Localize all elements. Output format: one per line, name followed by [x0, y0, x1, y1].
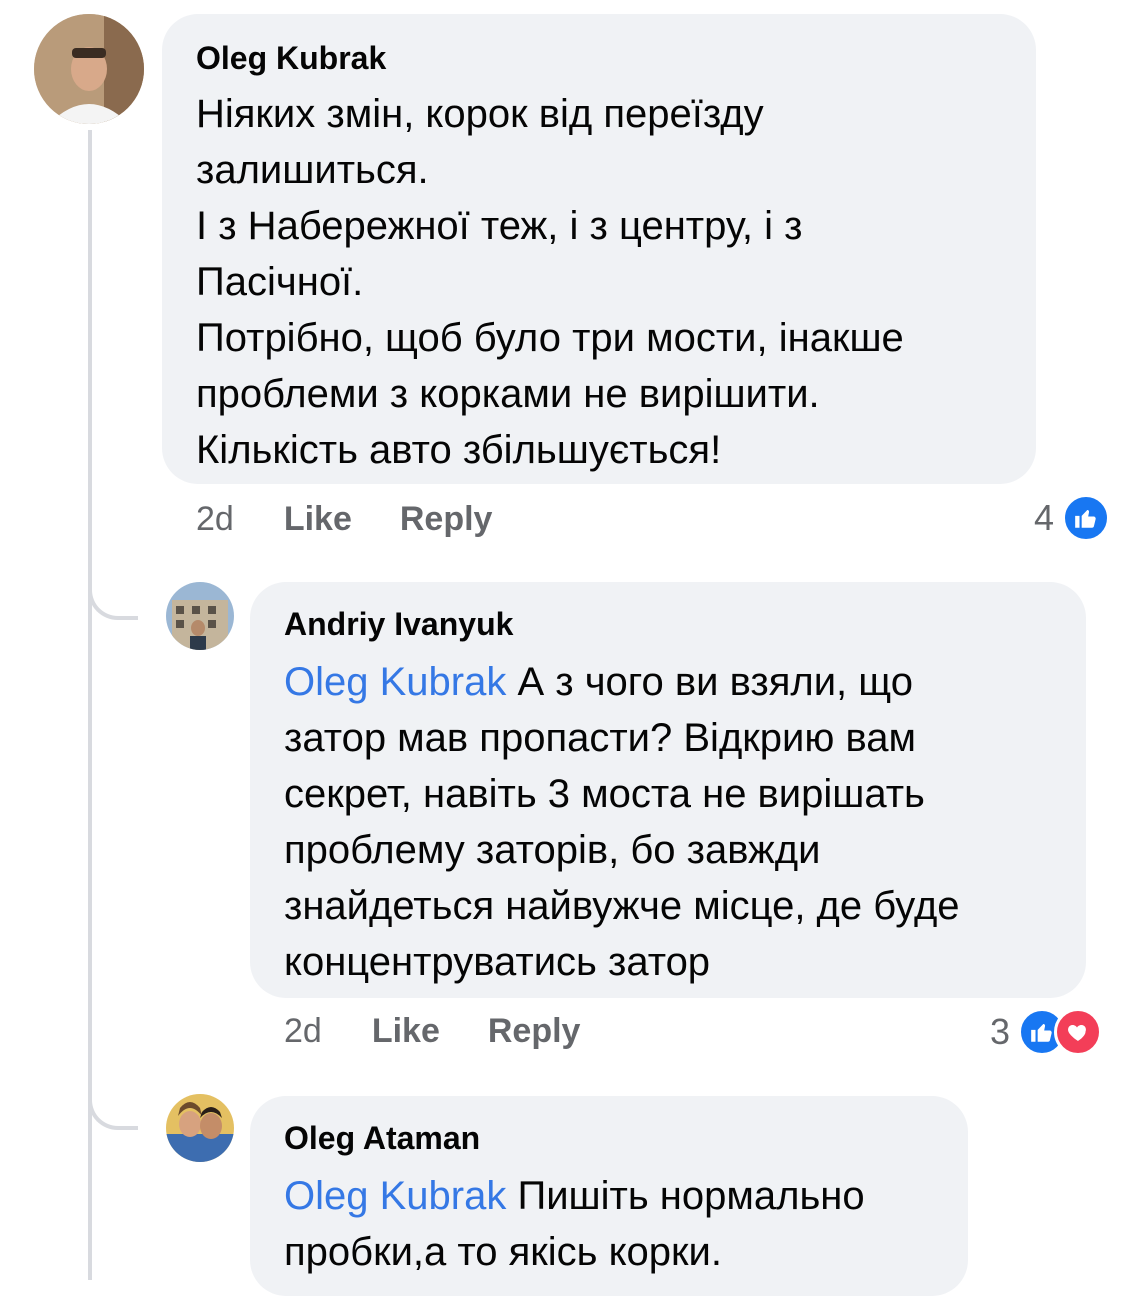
comment-line: секрет, навіть 3 моста не вирішать [284, 772, 925, 816]
reaction-count: 3 [990, 1011, 1011, 1052]
comment-line: Ніяких змін, корок від переїзду [196, 92, 764, 136]
comment-bubble: Oleg Kubrak Ніяких змін, корок від переї… [162, 14, 1036, 484]
like-icon [1062, 494, 1111, 542]
comment-author[interactable]: Oleg Ataman [284, 1118, 934, 1158]
comment-text: Oleg Kubrak А з чого ви взяли, що затор … [284, 654, 1052, 990]
love-icon [1054, 1008, 1103, 1056]
avatar[interactable] [166, 582, 234, 650]
comment-line: Oleg Kubrak Пишіть нормально [284, 1168, 934, 1224]
comment-author[interactable]: Andriy Ivanyuk [284, 604, 1052, 644]
comment-text: Ніяких змін, корок від переїзду залишить… [196, 86, 1002, 478]
comment-actions: 2d Like Reply [196, 500, 540, 539]
comment-timestamp[interactable]: 2d [284, 1012, 322, 1051]
comment-line: знайдеться найвужче місце, де буде [284, 884, 960, 928]
comment-line: Кількість авто збільшується! [196, 428, 722, 472]
reply-button[interactable]: Reply [400, 500, 493, 539]
comment-line: залишиться. [196, 148, 429, 192]
reaction-summary[interactable]: 3 [990, 1008, 1103, 1056]
comment-line-text: Пишіть нормально [506, 1174, 865, 1218]
thread-connector [88, 560, 138, 620]
avatar[interactable] [34, 14, 144, 124]
avatar[interactable] [166, 1094, 234, 1162]
comment-timestamp[interactable]: 2d [196, 500, 234, 539]
comment-line: І з Набережної теж, і з центру, і з [196, 204, 803, 248]
like-button[interactable]: Like [372, 1012, 440, 1051]
comment-line: Oleg Kubrak А з чого ви взяли, що [284, 654, 1052, 710]
comment-line: затор мав пропасти? Відкрию вам [284, 716, 917, 760]
comment-line: Пасічної. [196, 260, 364, 304]
comment-line-text: А з чого ви взяли, що [506, 660, 913, 704]
reaction-summary[interactable]: 4 [1034, 494, 1111, 542]
mention-link[interactable]: Oleg Kubrak [284, 1174, 506, 1218]
mention-link[interactable]: Oleg Kubrak [284, 660, 506, 704]
reaction-count: 4 [1034, 497, 1055, 538]
comment-line: проблеми з корками не вирішити. [196, 372, 820, 416]
comment-line: Потрібно, щоб було три мости, інакше [196, 316, 904, 360]
comment-line: концентруватись затор [284, 940, 711, 984]
comment-bubble: Andriy Ivanyuk Oleg Kubrak А з чого ви в… [250, 582, 1086, 998]
comment-bubble: Oleg Ataman Oleg Kubrak Пишіть нормально… [250, 1096, 968, 1296]
like-button[interactable]: Like [284, 500, 352, 539]
thread-connector [88, 1070, 138, 1130]
comment-line: проблему заторів, бо завжди [284, 828, 821, 872]
reply-button[interactable]: Reply [488, 1012, 581, 1051]
comment-line: пробки,а то якісь корки. [284, 1230, 723, 1274]
comment-text: Oleg Kubrak Пишіть нормально пробки,а то… [284, 1168, 934, 1280]
comment-author[interactable]: Oleg Kubrak [196, 38, 1002, 78]
comment-actions: 2d Like Reply [284, 1012, 628, 1051]
